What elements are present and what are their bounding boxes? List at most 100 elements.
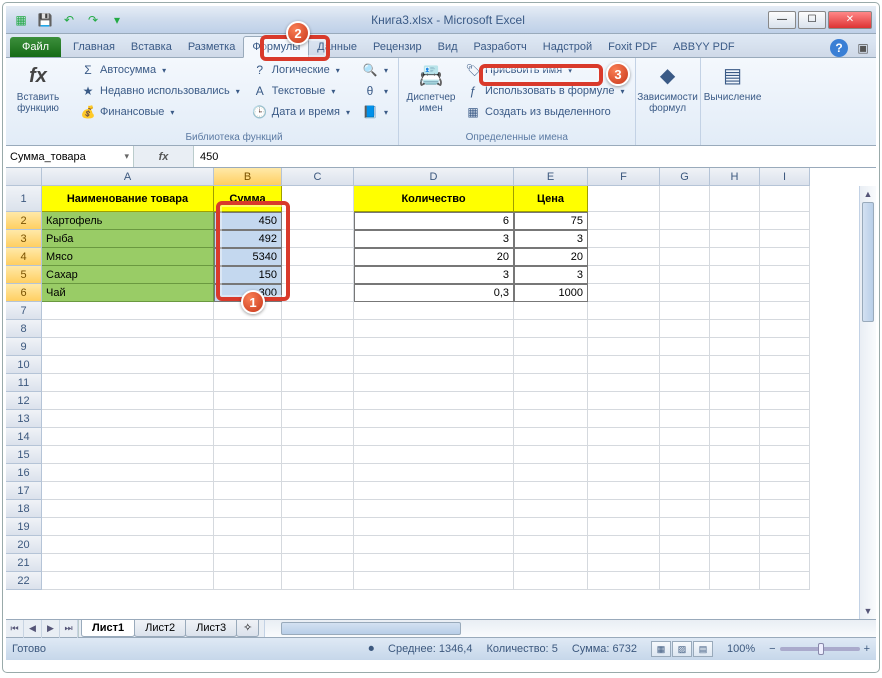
formula-input[interactable]: 450 <box>194 146 876 167</box>
cell[interactable] <box>42 302 214 320</box>
col-header-C[interactable]: C <box>282 168 354 186</box>
cell[interactable] <box>282 446 354 464</box>
cell[interactable] <box>514 446 588 464</box>
row-header-16[interactable]: 16 <box>6 464 42 482</box>
cell[interactable] <box>660 212 710 230</box>
cell[interactable]: Сумма <box>214 186 282 212</box>
cell[interactable] <box>514 410 588 428</box>
logical-button[interactable]: ?Логические <box>248 60 354 80</box>
cell[interactable] <box>42 554 214 572</box>
recent-button[interactable]: ★Недавно использовались <box>76 81 244 101</box>
row-header-5[interactable]: 5 <box>6 266 42 284</box>
help-icon[interactable]: ? <box>830 39 848 57</box>
cell[interactable] <box>588 338 660 356</box>
cell[interactable] <box>660 302 710 320</box>
math-button[interactable]: θ <box>358 81 392 101</box>
new-sheet-button[interactable]: ✧ <box>236 619 259 637</box>
cell[interactable] <box>660 392 710 410</box>
cell[interactable] <box>760 302 810 320</box>
view-break-icon[interactable]: ▤ <box>693 641 713 657</box>
cell[interactable] <box>282 284 354 302</box>
cell[interactable] <box>282 374 354 392</box>
cell[interactable] <box>588 518 660 536</box>
cell[interactable] <box>514 482 588 500</box>
cell[interactable] <box>354 302 514 320</box>
cell[interactable] <box>588 572 660 590</box>
sheet-next-icon[interactable]: ▶ <box>42 620 60 638</box>
cell[interactable] <box>760 230 810 248</box>
cell[interactable] <box>710 482 760 500</box>
save-icon[interactable]: 💾 <box>34 10 56 30</box>
cell[interactable] <box>710 230 760 248</box>
cell[interactable] <box>282 428 354 446</box>
cell[interactable] <box>514 374 588 392</box>
cell[interactable] <box>282 536 354 554</box>
use-in-formula-button[interactable]: ƒИспользовать в формуле <box>461 81 629 101</box>
cell[interactable] <box>710 500 760 518</box>
cell[interactable] <box>214 518 282 536</box>
col-header-A[interactable]: A <box>42 168 214 186</box>
cell[interactable] <box>588 554 660 572</box>
hscroll-thumb[interactable] <box>281 622 461 635</box>
cell[interactable] <box>354 374 514 392</box>
sheet-tab-3[interactable]: Лист3 <box>185 620 237 637</box>
sheet-last-icon[interactable]: ⏭ <box>60 620 78 638</box>
cell[interactable] <box>588 356 660 374</box>
col-header-E[interactable]: E <box>514 168 588 186</box>
zoom-out-icon[interactable]: − <box>769 643 775 655</box>
cell[interactable] <box>588 500 660 518</box>
cell[interactable] <box>354 572 514 590</box>
cell[interactable] <box>660 428 710 446</box>
cell[interactable] <box>514 518 588 536</box>
tab-abbyy[interactable]: ABBYY PDF <box>665 37 743 57</box>
qat-menu-icon[interactable]: ▾ <box>106 10 128 30</box>
cell[interactable] <box>760 392 810 410</box>
row-header-18[interactable]: 18 <box>6 500 42 518</box>
lookup-button[interactable]: 🔍 <box>358 60 392 80</box>
cell[interactable] <box>354 392 514 410</box>
cell[interactable] <box>214 392 282 410</box>
cell[interactable] <box>588 392 660 410</box>
row-header-22[interactable]: 22 <box>6 572 42 590</box>
cell[interactable] <box>710 248 760 266</box>
cell[interactable]: Мясо <box>42 248 214 266</box>
cell[interactable] <box>760 518 810 536</box>
cell[interactable] <box>760 212 810 230</box>
undo-icon[interactable]: ↶ <box>58 10 80 30</box>
cell[interactable] <box>760 446 810 464</box>
sheet-tab-1[interactable]: Лист1 <box>81 620 135 637</box>
sheet-prev-icon[interactable]: ◀ <box>24 620 42 638</box>
create-from-selection-button[interactable]: ▦Создать из выделенного <box>461 102 629 122</box>
tab-developer[interactable]: Разработч <box>466 37 535 57</box>
row-header-8[interactable]: 8 <box>6 320 42 338</box>
cell[interactable] <box>710 446 760 464</box>
cell[interactable] <box>660 482 710 500</box>
cell[interactable] <box>42 482 214 500</box>
cell[interactable] <box>42 500 214 518</box>
cell[interactable] <box>760 248 810 266</box>
cell[interactable] <box>282 482 354 500</box>
maximize-button[interactable]: ☐ <box>798 11 826 29</box>
cell[interactable]: 3 <box>514 266 588 284</box>
cell[interactable] <box>760 428 810 446</box>
ribbon-minimize-icon[interactable]: ▣ <box>854 39 872 57</box>
cells-area[interactable]: Наименование товараСуммаКоличествоЦенаКа… <box>42 186 810 590</box>
cell[interactable] <box>214 572 282 590</box>
cell[interactable] <box>214 338 282 356</box>
cell[interactable] <box>760 410 810 428</box>
row-header-12[interactable]: 12 <box>6 392 42 410</box>
tab-review[interactable]: Рецензир <box>365 37 430 57</box>
cell[interactable] <box>760 338 810 356</box>
cell[interactable]: 6 <box>354 212 514 230</box>
cell[interactable] <box>214 554 282 572</box>
redo-icon[interactable]: ↷ <box>82 10 104 30</box>
cell[interactable] <box>588 536 660 554</box>
cell[interactable] <box>588 320 660 338</box>
cell[interactable] <box>710 374 760 392</box>
cell[interactable] <box>354 500 514 518</box>
cell[interactable] <box>710 266 760 284</box>
cell[interactable] <box>42 446 214 464</box>
formula-deps-button[interactable]: ◆ Зависимости формул <box>642 60 694 145</box>
row-header-3[interactable]: 3 <box>6 230 42 248</box>
row-header-4[interactable]: 4 <box>6 248 42 266</box>
